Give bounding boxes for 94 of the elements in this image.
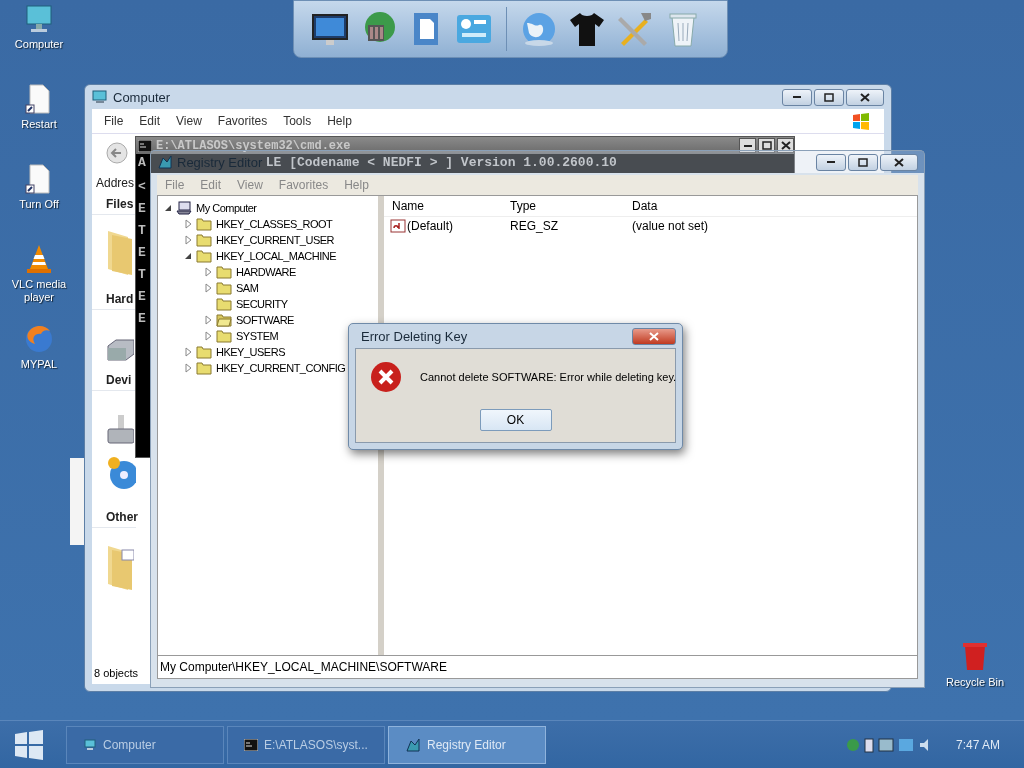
column-header[interactable]: Data [624, 199, 917, 213]
console-line: LE [Codename < NEDFI > ] Version 1.00.2600.10 [265, 157, 617, 169]
console-line: A [137, 157, 146, 169]
error-icon [370, 361, 402, 393]
minimize-button[interactable] [739, 138, 756, 153]
value-name[interactable]: (Default) [407, 219, 453, 233]
window-title: Computer [113, 89, 171, 105]
console-line: E [137, 247, 146, 259]
clock: 7:47 AM [955, 738, 1000, 752]
folder-icon [216, 297, 232, 311]
close-button[interactable] [846, 88, 884, 106]
flag-icon [852, 112, 870, 130]
open-folder-icon [216, 313, 232, 327]
desktop-icon-label[interactable]: Restart [21, 118, 57, 131]
browser-icon [23, 323, 55, 355]
desktop-icon-label[interactable]: MYPAL [20, 358, 58, 371]
console-line: E [137, 291, 146, 303]
section-header: Other [92, 507, 136, 528]
desktop-icon-label[interactable]: VLC media player [0, 278, 78, 304]
desktop-icon-label[interactable]: Recycle Bin [945, 676, 1005, 689]
trash-icon [961, 640, 989, 672]
address-label: Addres [95, 176, 136, 190]
column-header[interactable]: Type [502, 199, 624, 213]
menu-item[interactable]: File [96, 114, 132, 128]
minimize-icon [793, 96, 801, 98]
tree-item[interactable]: SOFTWARE [235, 314, 295, 326]
console-line: < [137, 181, 146, 193]
tree-item[interactable]: SAM [235, 282, 260, 294]
console-icon [244, 739, 258, 751]
folder-icon [196, 233, 212, 247]
value-type: REG_SZ [509, 219, 559, 233]
folder-icon [216, 281, 232, 295]
desktop-icon-label[interactable]: Turn Off [19, 198, 59, 211]
window-title: E:\ATLASOS\system32\cmd.exe [156, 138, 351, 153]
maximize-icon [857, 156, 869, 168]
minimize-icon [743, 144, 752, 147]
string-value-icon [390, 219, 406, 233]
ok-button[interactable]: OK [479, 409, 552, 431]
folder-icon [196, 361, 212, 375]
tree-item[interactable]: HKEY_USERS [215, 346, 286, 358]
expander-icon[interactable] [183, 251, 193, 261]
tree-item[interactable]: SECURITY [235, 298, 289, 310]
folder-icon [216, 329, 232, 343]
expander-icon[interactable] [163, 203, 173, 213]
close-icon [893, 156, 905, 168]
folder-icon [196, 217, 212, 231]
tree-item[interactable]: HKEY_CURRENT_USER [215, 234, 336, 246]
computer-icon [83, 738, 97, 752]
window-icon[interactable] [877, 738, 894, 752]
status-bar: My Computer\HKEY_LOCAL_MACHINE\SOFTWARE [157, 656, 918, 679]
folder-icon [196, 345, 212, 359]
folder-icon [216, 265, 232, 279]
dialog-title: Error Deleting Key [361, 328, 468, 344]
printer-icon [106, 413, 134, 447]
start-button[interactable] [14, 730, 44, 760]
console-line: T [137, 225, 146, 237]
battery-icon[interactable] [863, 737, 874, 753]
error-message: Cannot delete SOFTWARE: Error while deleting key. [420, 371, 677, 383]
tree-item[interactable]: SYSTEM [235, 330, 280, 342]
registry-icon [405, 737, 421, 753]
close-icon [779, 140, 792, 151]
folder-icon [196, 249, 212, 263]
status-text: 8 objects [93, 666, 139, 681]
menu-item[interactable]: Favorites [209, 114, 276, 128]
computer-icon [23, 3, 55, 35]
value-data: (value not set) [631, 219, 710, 233]
console-line: T [137, 269, 146, 281]
close-button[interactable] [880, 153, 918, 171]
console-icon [138, 139, 152, 152]
maximize-icon [760, 140, 773, 151]
console-line: E [137, 203, 146, 215]
console-line: E [137, 313, 146, 325]
close-icon [859, 91, 871, 103]
maximize-button[interactable] [758, 138, 775, 153]
menu-item[interactable]: View [168, 114, 210, 128]
tree-item[interactable]: HKEY_LOCAL_MACHINE [215, 250, 337, 262]
menu-item[interactable]: Tools [275, 114, 320, 128]
maximize-button[interactable] [814, 88, 844, 106]
close-icon [648, 330, 660, 342]
desktop-icon-label[interactable]: Computer [14, 38, 64, 51]
taskbar-button[interactable]: Computer [66, 726, 224, 764]
menu-item[interactable]: Help [319, 114, 360, 128]
close-button[interactable] [777, 138, 794, 153]
computer-icon [92, 90, 108, 104]
minimize-icon [827, 161, 835, 163]
column-header[interactable]: Name [384, 199, 502, 213]
tree-item[interactable]: HKEY_CLASSES_ROOT [215, 218, 334, 230]
tree-item[interactable]: HARDWARE [235, 266, 297, 278]
menu-item[interactable]: Edit [131, 114, 169, 128]
drive-icon [106, 338, 134, 362]
tree-item[interactable]: My Computer [195, 202, 258, 214]
minimize-button[interactable] [782, 88, 812, 106]
maximize-icon [823, 91, 835, 103]
tree-item[interactable]: HKEY_CURRENT_CONFIG [215, 362, 347, 374]
